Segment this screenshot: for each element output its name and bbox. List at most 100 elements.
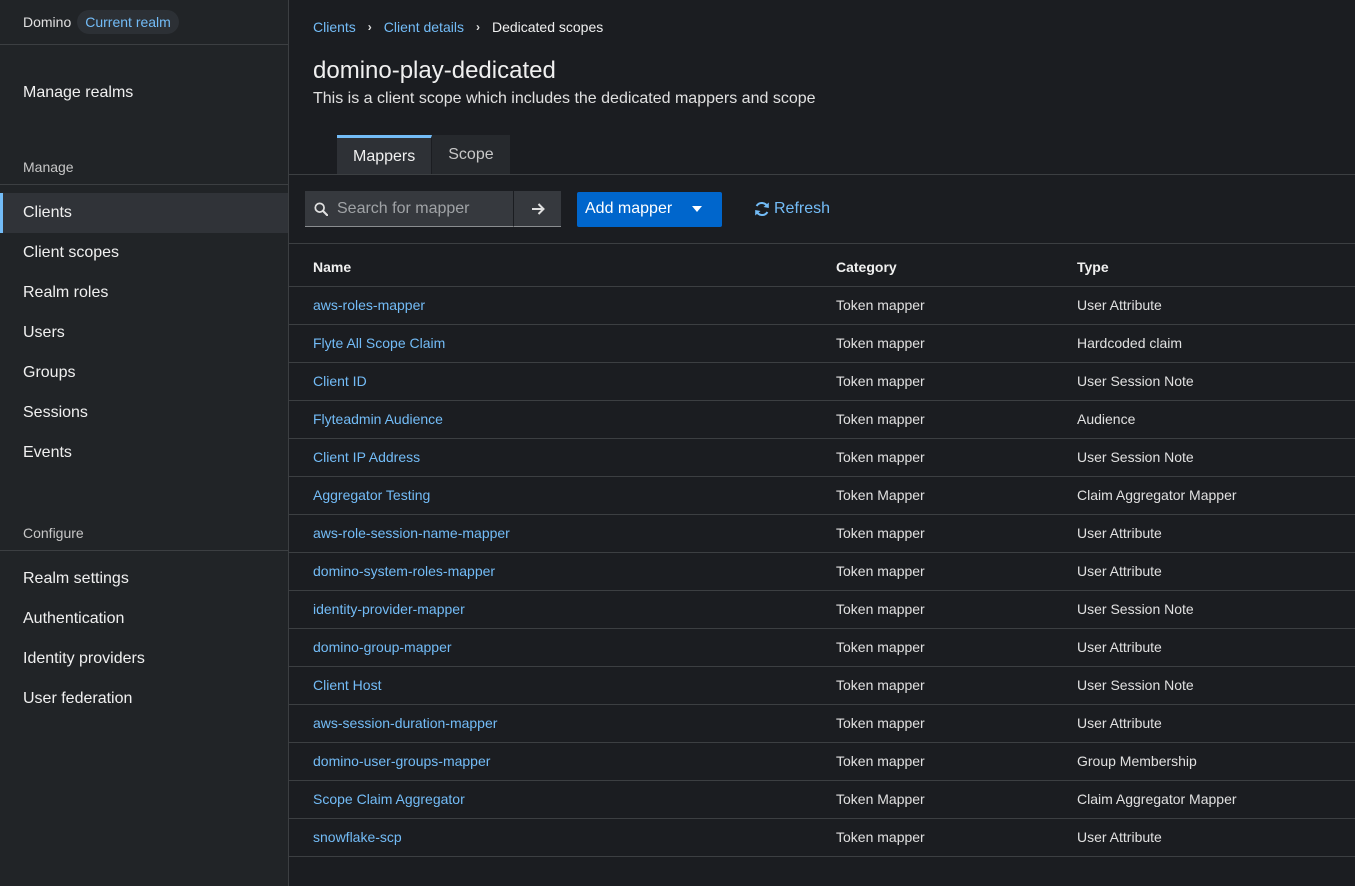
mapper-name-cell: Client Host <box>289 666 836 705</box>
mapper-type-cell: User Attribute <box>1077 818 1355 857</box>
sidebar-item-clients[interactable]: Clients <box>0 193 288 233</box>
search-icon <box>314 201 328 216</box>
mapper-name-cell: domino-user-groups-mapper <box>289 742 836 781</box>
mapper-type-cell: User Session Note <box>1077 362 1355 401</box>
mapper-type-cell: Claim Aggregator Mapper <box>1077 476 1355 515</box>
tab-mappers[interactable]: Mappers <box>337 135 433 175</box>
chevron-right-icon: › <box>367 20 372 34</box>
mapper-name-link[interactable]: snowflake-scp <box>313 829 402 845</box>
sidebar-item-realm-roles[interactable]: Realm roles <box>0 273 288 313</box>
realm-selector[interactable]: Domino Current realm <box>0 0 288 45</box>
table-row: Aggregator Testing Token Mapper Claim Aggr… <box>289 476 1355 515</box>
table-row: domino-system-roles-mapper Token mapper Us… <box>289 552 1355 591</box>
column-header-type: Type <box>1077 248 1355 287</box>
mapper-type-cell: User Attribute <box>1077 286 1355 325</box>
table-row: aws-role-session-name-mapper Token mapper… <box>289 514 1355 553</box>
column-header-name[interactable]: Name <box>289 248 836 287</box>
mapper-category-cell: Token mapper <box>836 552 1077 591</box>
nav-section-configure: Configure <box>0 515 288 551</box>
current-realm-badge: Current realm <box>77 10 179 34</box>
main-content: Clients › Client details › Dedicated sco… <box>289 0 1355 886</box>
mapper-category-cell: Token mapper <box>836 438 1077 477</box>
table-row: Scope Claim Aggregator Token Mapper Claim … <box>289 780 1355 819</box>
caret-down-icon <box>692 206 703 212</box>
sidebar-item-user-federation[interactable]: User federation <box>0 679 288 719</box>
mapper-category-cell: Token mapper <box>836 742 1077 781</box>
mapper-name-link[interactable]: Client IP Address <box>313 449 420 465</box>
mapper-type-cell: Hardcoded claim <box>1077 324 1355 363</box>
search-submit-button[interactable] <box>513 191 561 227</box>
sidebar-item-sessions[interactable]: Sessions <box>0 393 288 433</box>
mapper-name-cell: aws-session-duration-mapper <box>289 704 836 743</box>
sidebar: Domino Current realm Manage realms Manag… <box>0 0 289 886</box>
nav-manage-realms[interactable]: Manage realms <box>0 73 288 113</box>
search-input[interactable] <box>337 199 507 218</box>
page-description: This is a client scope which includes th… <box>313 90 816 107</box>
mapper-name-cell: snowflake-scp <box>289 818 836 857</box>
mapper-name-link[interactable]: domino-system-roles-mapper <box>313 563 495 579</box>
mapper-name-cell: aws-role-session-name-mapper <box>289 514 836 553</box>
mapper-name-link[interactable]: aws-role-session-name-mapper <box>313 525 510 541</box>
breadcrumb-current: Dedicated scopes <box>491 19 604 35</box>
sidebar-item-authentication[interactable]: Authentication <box>0 599 288 639</box>
sidebar-item-events[interactable]: Events <box>0 433 288 473</box>
arrow-right-icon <box>531 202 545 215</box>
mapper-type-cell: User Attribute <box>1077 514 1355 553</box>
tab-scope[interactable]: Scope <box>432 135 511 175</box>
column-header-category: Category <box>836 248 1077 287</box>
sidebar-item-identity-providers[interactable]: Identity providers <box>0 639 288 679</box>
nav-manage-list: Clients Client scopes Realm roles Users Grou… <box>0 193 288 473</box>
search-box <box>305 191 513 227</box>
mapper-type-cell: User Session Note <box>1077 666 1355 705</box>
sidebar-item-client-scopes[interactable]: Client scopes <box>0 233 288 273</box>
mapper-type-cell: Audience <box>1077 400 1355 439</box>
mapper-type-cell: Claim Aggregator Mapper <box>1077 780 1355 819</box>
mapper-type-cell: Group Membership <box>1077 742 1355 781</box>
mapper-name-link[interactable]: Flyte All Scope Claim <box>313 335 445 351</box>
table-header-row: Name Category Type <box>289 248 1355 287</box>
mapper-category-cell: Token Mapper <box>836 476 1077 515</box>
add-mapper-button[interactable]: Add mapper <box>577 191 722 227</box>
mapper-name-link[interactable]: aws-roles-mapper <box>313 297 425 313</box>
refresh-button[interactable]: Refresh <box>754 200 830 218</box>
sidebar-item-realm-settings[interactable]: Realm settings <box>0 559 288 599</box>
mapper-name-cell: Aggregator Testing <box>289 476 836 515</box>
mapper-category-cell: Token mapper <box>836 286 1077 325</box>
mapper-category-cell: Token mapper <box>836 514 1077 553</box>
table-row: Client ID Token mapper User Session Note <box>289 362 1355 401</box>
table-row: snowflake-scp Token mapper User Attribute <box>289 818 1355 857</box>
table-row: Client IP Address Token mapper User Sessio… <box>289 438 1355 477</box>
mapper-category-cell: Token Mapper <box>836 780 1077 819</box>
mapper-name-link[interactable]: domino-user-groups-mapper <box>313 753 490 769</box>
mapper-name-link[interactable]: Client Host <box>313 677 381 693</box>
mapper-name-link[interactable]: aws-session-duration-mapper <box>313 715 497 731</box>
mapper-name-link[interactable]: identity-provider-mapper <box>313 601 465 617</box>
nav-section-manage: Manage <box>0 149 288 185</box>
mapper-category-cell: Token mapper <box>836 362 1077 401</box>
refresh-label: Refresh <box>774 200 831 217</box>
mapper-name-cell: Flyte All Scope Claim <box>289 324 836 363</box>
breadcrumb-clients[interactable]: Clients <box>313 19 356 35</box>
sidebar-item-groups[interactable]: Groups <box>0 353 288 393</box>
mapper-name-link[interactable]: Aggregator Testing <box>313 487 430 503</box>
mapper-name-link[interactable]: Flyteadmin Audience <box>313 411 443 427</box>
mappers-table: Name Category Type aws-roles-mapper Token… <box>289 248 1355 857</box>
mapper-category-cell: Token mapper <box>836 324 1077 363</box>
mapper-category-cell: Token mapper <box>836 628 1077 667</box>
mapper-name-link[interactable]: Scope Claim Aggregator <box>313 791 465 807</box>
mapper-name-cell: Client ID <box>289 362 836 401</box>
mapper-name-link[interactable]: Client ID <box>313 373 367 389</box>
realm-name: Domino <box>23 14 72 30</box>
mapper-name-cell: identity-provider-mapper <box>289 590 836 629</box>
refresh-icon <box>755 201 769 217</box>
mapper-name-link[interactable]: domino-group-mapper <box>313 639 452 655</box>
breadcrumb-client-details[interactable]: Client details <box>384 19 464 35</box>
table-row: aws-session-duration-mapper Token mapper U… <box>289 704 1355 743</box>
mapper-name-cell: Scope Claim Aggregator <box>289 780 836 819</box>
table-row: domino-group-mapper Token mapper User Attr… <box>289 628 1355 667</box>
mapper-category-cell: Token mapper <box>836 400 1077 439</box>
mapper-name-cell: domino-system-roles-mapper <box>289 552 836 591</box>
mapper-type-cell: User Session Note <box>1077 438 1355 477</box>
sidebar-item-users[interactable]: Users <box>0 313 288 353</box>
page-title: domino-play-dedicated <box>313 57 556 84</box>
